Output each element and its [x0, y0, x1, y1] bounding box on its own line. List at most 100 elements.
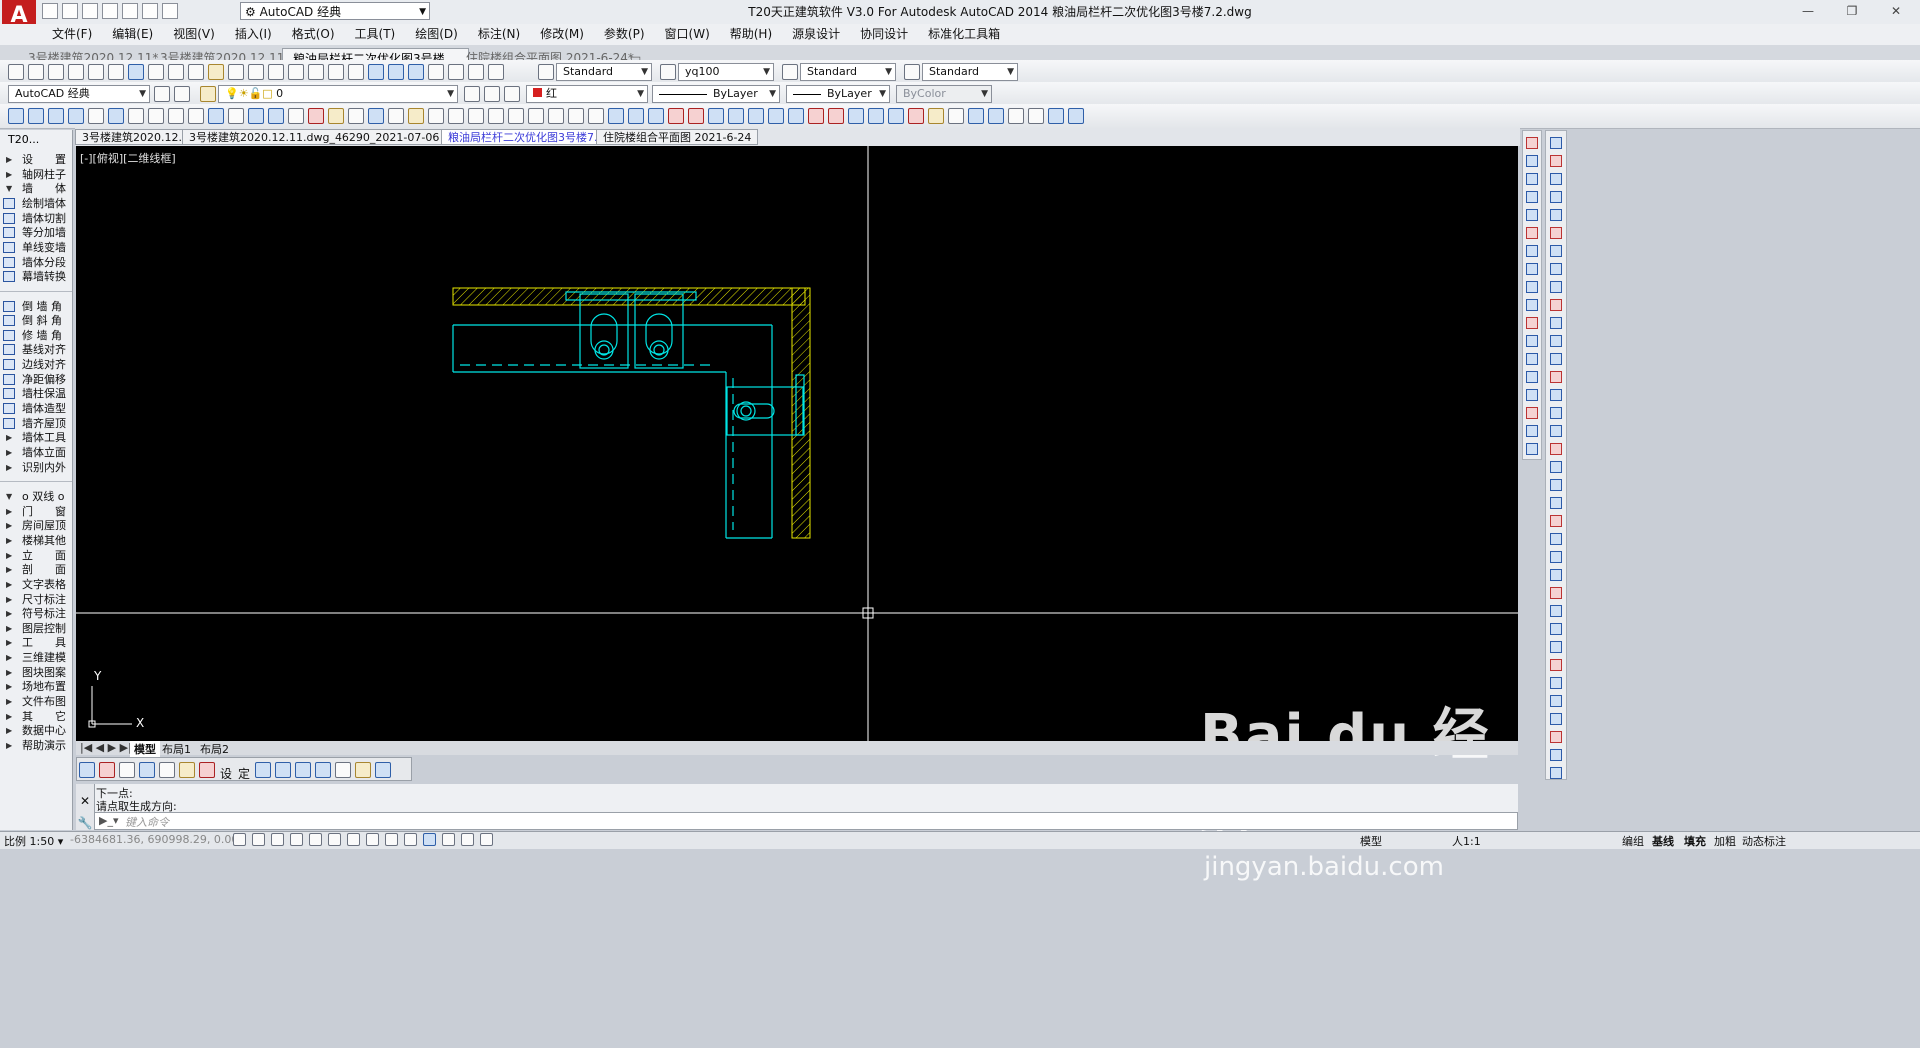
tool-icon[interactable]	[768, 108, 784, 124]
tool-icon[interactable]	[8, 108, 24, 124]
menu-standard-tools[interactable]: 标准化工具箱	[928, 24, 1000, 45]
tool-icon[interactable]	[375, 762, 392, 778]
tool-icon[interactable]	[119, 762, 135, 778]
draw-tool-icon[interactable]	[1526, 335, 1538, 347]
command-line[interactable]: ▶_▾ 键入命令	[76, 812, 1518, 830]
draw-tool-icon[interactable]	[1526, 227, 1538, 239]
draw-tool-icon[interactable]	[1526, 389, 1538, 401]
screen-menu-command[interactable]: 边线对齐	[0, 357, 72, 372]
draw-tool-icon[interactable]	[1526, 245, 1538, 257]
tool-icon[interactable]	[168, 108, 184, 124]
modify-tool-icon[interactable]	[1550, 173, 1562, 185]
polar-icon[interactable]	[290, 833, 303, 846]
tool-icon[interactable]	[139, 762, 155, 778]
modify-tool-icon[interactable]	[1550, 659, 1562, 671]
draw-tool-icon[interactable]	[1526, 353, 1538, 365]
print-icon[interactable]	[68, 64, 84, 80]
modify-tool-icon[interactable]	[1550, 317, 1562, 329]
sc-icon[interactable]	[461, 833, 474, 846]
ducs-icon[interactable]	[366, 833, 379, 846]
tool-icon[interactable]	[428, 108, 444, 124]
tool-icon[interactable]	[315, 762, 332, 778]
new-icon[interactable]	[8, 64, 24, 80]
group-toggle[interactable]: 编组	[1622, 833, 1644, 849]
redo-icon[interactable]	[268, 64, 284, 80]
modify-tool-icon[interactable]	[1550, 281, 1562, 293]
tool-icon[interactable]	[948, 108, 964, 124]
tool-icon[interactable]	[848, 108, 864, 124]
draw-tool-icon[interactable]	[1526, 299, 1538, 311]
tool-icon[interactable]	[828, 108, 844, 124]
tool-icon[interactable]	[335, 762, 352, 778]
tool-icon[interactable]	[68, 108, 84, 124]
tool-icon[interactable]	[268, 108, 284, 124]
screen-menu-group[interactable]: ▶ 轴网柱子	[0, 167, 72, 182]
modify-tool-icon[interactable]	[1550, 389, 1562, 401]
screen-menu-command[interactable]: 墙体切割	[0, 211, 72, 226]
preview-icon[interactable]	[88, 64, 104, 80]
properties-icon[interactable]	[368, 64, 384, 80]
screen-menu-group[interactable]: ▶ 房间屋顶	[0, 518, 72, 533]
tool-icon[interactable]	[308, 108, 324, 124]
menu-format[interactable]: 格式(O)	[292, 24, 335, 45]
modify-tool-icon[interactable]	[1550, 587, 1562, 599]
zoom-previous-icon[interactable]	[348, 64, 364, 80]
modify-tool-icon[interactable]	[1550, 605, 1562, 617]
minimize-button[interactable]: —	[1786, 0, 1830, 22]
modify-tool-icon[interactable]	[1550, 155, 1562, 167]
tool-icon[interactable]	[668, 108, 684, 124]
menu-collab[interactable]: 协同设计	[860, 24, 908, 45]
dynamic-dimension-toggle[interactable]: 动态标注	[1742, 833, 1786, 849]
menu-parametric[interactable]: 参数(P)	[604, 24, 645, 45]
workspace-select[interactable]: ⚙ AutoCAD 经典 ▼	[240, 2, 430, 20]
command-input[interactable]: 键入命令	[125, 814, 169, 830]
tool-icon[interactable]	[275, 762, 292, 778]
tool-icon[interactable]	[1028, 108, 1044, 124]
multileader-style-select[interactable]: Standard ▼	[922, 63, 1018, 81]
tab-layout1[interactable]: 布局1	[162, 741, 191, 757]
open-icon[interactable]	[28, 64, 44, 80]
modify-tool-icon[interactable]	[1550, 461, 1562, 473]
modify-tool-icon[interactable]	[1550, 713, 1562, 725]
pan-icon[interactable]	[288, 64, 304, 80]
modify-tool-icon[interactable]	[1550, 263, 1562, 275]
tab-layout2[interactable]: 布局2	[200, 741, 229, 757]
modify-tool-icon[interactable]	[1550, 425, 1562, 437]
tool-icon[interactable]	[159, 762, 175, 778]
tool-icon[interactable]	[88, 108, 104, 124]
screen-menu-group[interactable]: ▶ 设 置	[0, 152, 72, 167]
make-current-icon[interactable]	[464, 86, 480, 102]
modify-tool-icon[interactable]	[1550, 695, 1562, 707]
paste-icon[interactable]	[188, 64, 204, 80]
cut-icon[interactable]	[148, 64, 164, 80]
modify-tool-icon[interactable]	[1550, 767, 1562, 779]
screen-menu-command[interactable]: 绘制墙体	[0, 196, 72, 211]
modify-tool-icon[interactable]	[1550, 407, 1562, 419]
tool-icon[interactable]	[28, 108, 44, 124]
tool-icon[interactable]	[868, 108, 884, 124]
screen-menu-group[interactable]: ▶ 文字表格	[0, 577, 72, 592]
tool-icon[interactable]	[808, 108, 824, 124]
menu-file[interactable]: 文件(F)	[52, 24, 92, 45]
screen-menu-group[interactable]: ▶ 尺寸标注	[0, 592, 72, 607]
menu-dimension[interactable]: 标注(N)	[478, 24, 520, 45]
tool-icon[interactable]	[908, 108, 924, 124]
tool-icon[interactable]	[988, 108, 1004, 124]
modify-tool-icon[interactable]	[1550, 209, 1562, 221]
modify-tool-icon[interactable]	[1550, 533, 1562, 545]
layer-select[interactable]: 💡☀🔓□ 0 ▼	[218, 85, 458, 103]
draw-tool-icon[interactable]	[1526, 281, 1538, 293]
close-button[interactable]: ✕	[1874, 0, 1918, 22]
save-icon[interactable]	[82, 3, 98, 19]
transparency-icon[interactable]	[423, 833, 436, 846]
screen-menu-group[interactable]: ▶ 三维建模	[0, 650, 72, 665]
menu-view[interactable]: 视图(V)	[173, 24, 215, 45]
settings-icon[interactable]	[154, 86, 170, 102]
draw-tool-icon[interactable]	[1526, 209, 1538, 221]
screen-menu-command[interactable]: 幕墙转换	[0, 269, 72, 284]
modify-tool-icon[interactable]	[1550, 497, 1562, 509]
modify-tool-icon[interactable]	[1550, 569, 1562, 581]
tool-icon[interactable]	[328, 108, 344, 124]
menu-edit[interactable]: 编辑(E)	[112, 24, 153, 45]
publish-icon[interactable]	[108, 64, 124, 80]
